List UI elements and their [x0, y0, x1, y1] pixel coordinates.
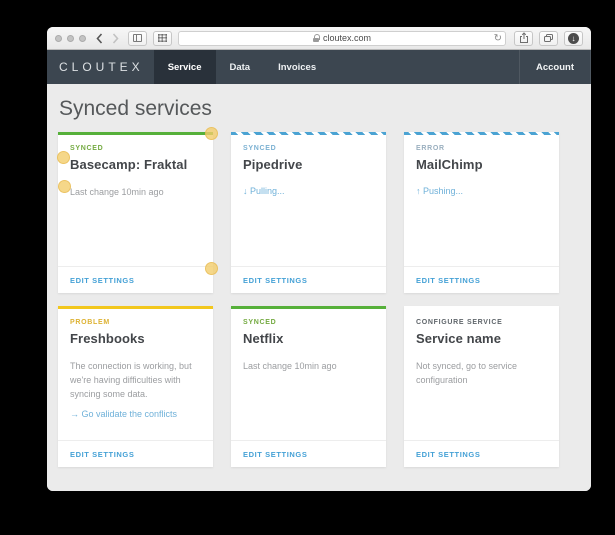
reload-icon[interactable]: ↻	[494, 32, 502, 45]
browser-toolbar: cloutex.com ↻ ↓	[47, 27, 591, 50]
app-logo: CLOUTEX	[59, 60, 144, 74]
toolbar-right-buttons: ↓	[514, 30, 583, 46]
edit-settings-link[interactable]: EDIT SETTINGS	[243, 276, 307, 285]
browser-window: cloutex.com ↻ ↓ CLOUTEX Service Data Inv…	[47, 27, 591, 491]
share-button[interactable]	[514, 30, 533, 46]
service-card-basecamp: SYNCED Basecamp: Fraktal Last change 10m…	[58, 132, 213, 293]
status-badge: SYNCED	[243, 319, 277, 326]
minimize-window-button[interactable]	[67, 34, 74, 42]
service-card-unconfigured: CONFIGURE SERVICE Service name Not synce…	[404, 306, 559, 467]
page-content: Synced services SYNCED Basecamp: Fraktal…	[47, 84, 591, 491]
screenshot-stage: cloutex.com ↻ ↓ CLOUTEX Service Data Inv…	[0, 0, 615, 535]
status-badge: SYNCED	[70, 145, 104, 152]
service-body: Last change 10min ago	[243, 361, 337, 371]
edit-settings-link[interactable]: EDIT SETTINGS	[416, 450, 480, 459]
service-title: Pipedrive	[243, 157, 303, 172]
share-icon	[519, 32, 528, 43]
tab-service[interactable]: Service	[153, 50, 216, 84]
service-card-pipedrive: SYNCED Pipedrive ↓ Pulling... EDIT SETTI…	[231, 132, 386, 293]
traffic-lights	[55, 34, 86, 42]
service-card-freshbooks: PROBLEM Freshbooks The connection is wor…	[58, 306, 213, 467]
address-bar[interactable]: cloutex.com ↻	[178, 30, 506, 46]
edit-settings-link[interactable]: EDIT SETTINGS	[70, 450, 134, 459]
download-icon: ↓	[568, 32, 579, 44]
status-badge: CONFIGURE SERVICE	[416, 319, 503, 326]
forward-icon[interactable]	[112, 32, 119, 44]
url-text: cloutex.com	[322, 33, 372, 43]
service-action-link[interactable]: ↑ Pushing...	[416, 186, 547, 196]
service-action-link[interactable]: → Go validate the conflicts	[70, 409, 201, 419]
edit-settings-link[interactable]: EDIT SETTINGS	[70, 276, 134, 285]
edit-settings-link[interactable]: EDIT SETTINGS	[416, 276, 480, 285]
view-buttons	[128, 30, 172, 46]
service-title: Service name	[416, 331, 502, 346]
page-title: Synced services	[59, 97, 212, 120]
services-grid: SYNCED Basecamp: Fraktal Last change 10m…	[58, 132, 580, 467]
account-menu[interactable]: Account	[519, 50, 591, 84]
service-title: Freshbooks	[70, 331, 145, 346]
service-body: Last change 10min ago	[70, 187, 164, 197]
service-body: Not synced, go to service configuration	[416, 361, 518, 385]
tab-overview-button[interactable]	[539, 30, 558, 46]
service-body: The connection is working, but we're hav…	[70, 361, 192, 399]
app-navbar: CLOUTEX Service Data Invoices Account	[47, 50, 591, 84]
lock-icon	[312, 34, 320, 42]
tab-data[interactable]: Data	[216, 50, 265, 84]
edit-settings-link[interactable]: EDIT SETTINGS	[243, 450, 307, 459]
service-title: Netflix	[243, 331, 284, 346]
status-badge: ERROR	[416, 145, 445, 152]
service-action-link[interactable]: ↓ Pulling...	[243, 186, 374, 196]
top-sites-button[interactable]	[153, 30, 172, 46]
service-title: MailChimp	[416, 157, 483, 172]
sidebar-button[interactable]	[128, 30, 147, 46]
close-window-button[interactable]	[55, 34, 62, 42]
back-icon[interactable]	[96, 32, 103, 44]
service-title: Basecamp: Fraktal	[70, 157, 188, 172]
status-badge: SYNCED	[243, 145, 277, 152]
service-card-netflix: SYNCED Netflix Last change 10min ago EDI…	[231, 306, 386, 467]
service-card-mailchimp: ERROR MailChimp ↑ Pushing... EDIT SETTIN…	[404, 132, 559, 293]
sidebar-icon	[133, 34, 142, 42]
tab-invoices[interactable]: Invoices	[264, 50, 330, 84]
zoom-window-button[interactable]	[79, 34, 86, 42]
tabs-icon	[544, 34, 553, 42]
status-badge: PROBLEM	[70, 319, 110, 326]
downloads-button[interactable]: ↓	[564, 30, 583, 46]
grid-icon	[158, 34, 167, 42]
history-buttons	[96, 32, 119, 44]
